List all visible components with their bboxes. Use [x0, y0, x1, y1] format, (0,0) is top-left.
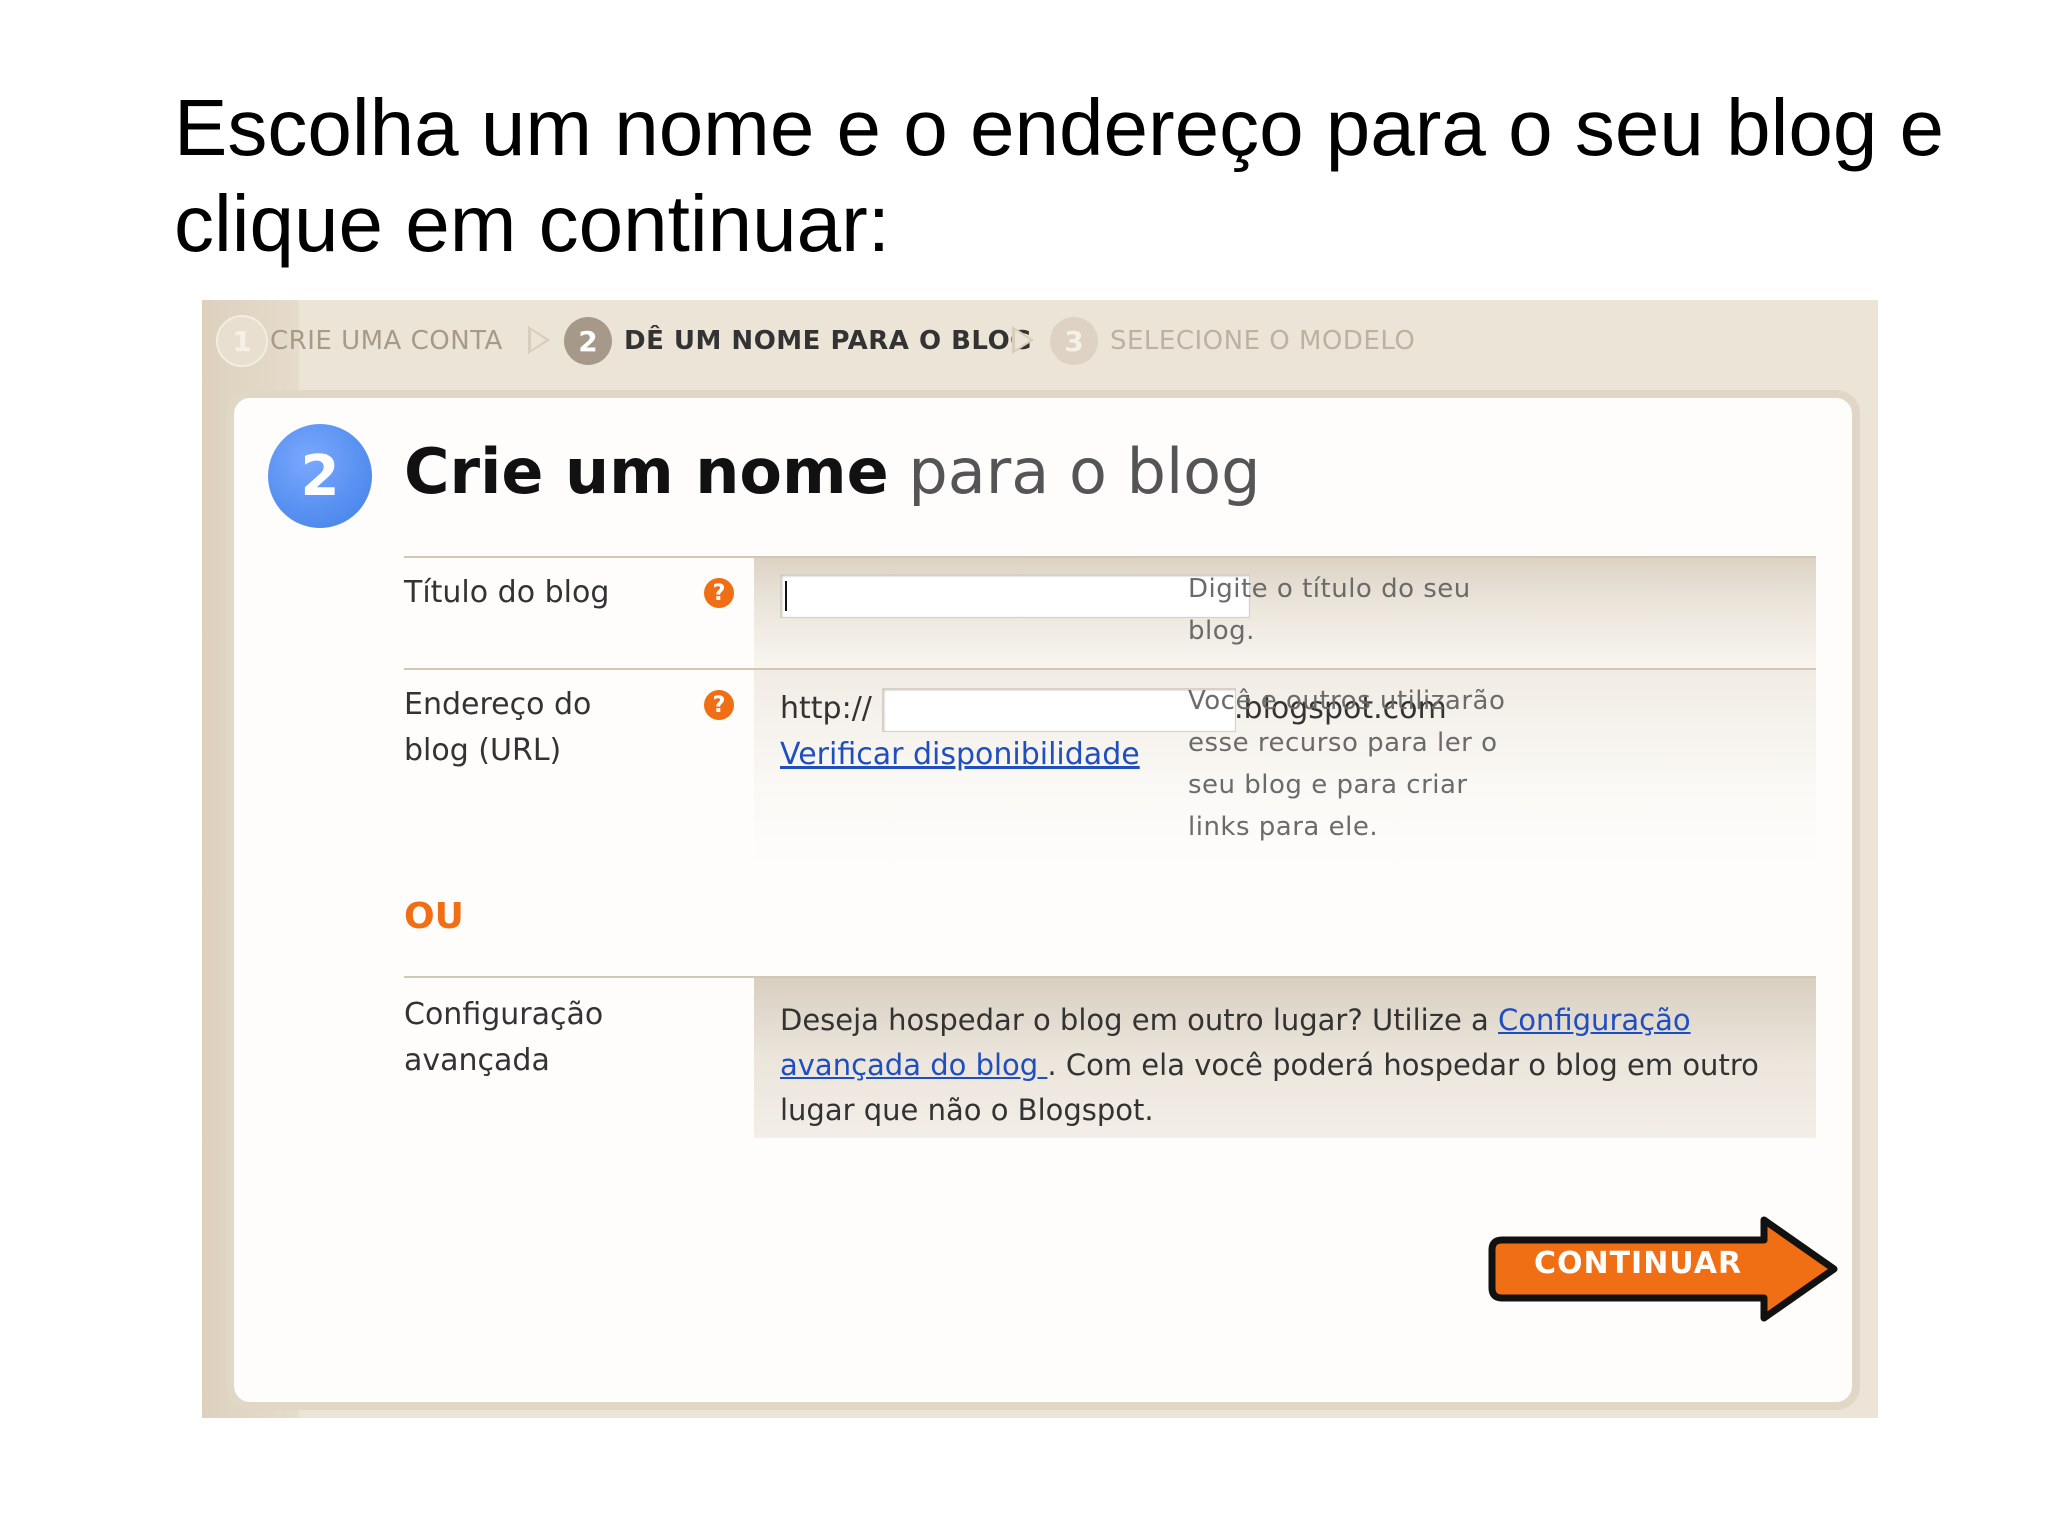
step-name-blog: 2 DÊ UM NOME PARA O BLOG	[564, 317, 1033, 365]
step-create-account: 1 CRIE UMA CONTA	[216, 315, 503, 367]
step-number: 2	[564, 317, 612, 365]
step-number: 1	[216, 315, 268, 367]
text-caret	[785, 581, 787, 611]
question-icon[interactable]: ?	[704, 578, 734, 608]
continue-button[interactable]: CONTINUAR	[1488, 1216, 1840, 1322]
blogger-screenshot: 1 CRIE UMA CONTA 2 DÊ UM NOME PARA O BLO…	[202, 300, 1878, 1418]
blog-address-hint: Você e outros utilizarão esse recurso pa…	[1188, 686, 1506, 842]
step-label: DÊ UM NOME PARA O BLOG	[624, 326, 1033, 356]
step-badge: 2	[268, 424, 372, 528]
card-title: Crie um nome para o blog	[404, 432, 1260, 512]
step-number: 3	[1050, 317, 1098, 365]
advanced-label: Configuração avançada	[404, 997, 604, 1078]
step-arrow-icon	[528, 326, 550, 354]
card-title-light: para o blog	[908, 435, 1261, 508]
url-prefix: http://	[780, 691, 872, 726]
blog-address-input[interactable]	[882, 688, 1236, 732]
step-label: CRIE UMA CONTA	[270, 326, 503, 356]
check-availability-link[interactable]: Verificar disponibilidade	[780, 732, 1140, 778]
continue-label: CONTINUAR	[1533, 1246, 1743, 1281]
advanced-description: Deseja hospedar o blog em outro lugar? U…	[780, 998, 1780, 1133]
blog-title-label: Título do blog	[404, 575, 610, 610]
step-arrow-icon	[1012, 326, 1034, 354]
blog-address-label: Endereço do blog (URL)	[404, 687, 592, 768]
step-select-template: 3 SELECIONE O MODELO	[1050, 317, 1416, 365]
card-title-bold: Crie um nome	[404, 435, 889, 508]
advanced-text-before: Deseja hospedar o blog em outro lugar? U…	[780, 1003, 1499, 1037]
slide-title: Escolha um nome e o endereço para o seu …	[174, 83, 1945, 268]
or-label: OU	[404, 896, 464, 937]
step-label: SELECIONE O MODELO	[1110, 326, 1416, 356]
blog-title-hint: Digite o título do seu blog.	[1188, 574, 1471, 646]
step-progress: 1 CRIE UMA CONTA 2 DÊ UM NOME PARA O BLO…	[202, 300, 1878, 380]
blog-title-input[interactable]	[780, 574, 1250, 618]
name-blog-card: 2 Crie um nome para o blog Título do blo…	[226, 390, 1860, 1410]
question-icon[interactable]: ?	[704, 690, 734, 720]
